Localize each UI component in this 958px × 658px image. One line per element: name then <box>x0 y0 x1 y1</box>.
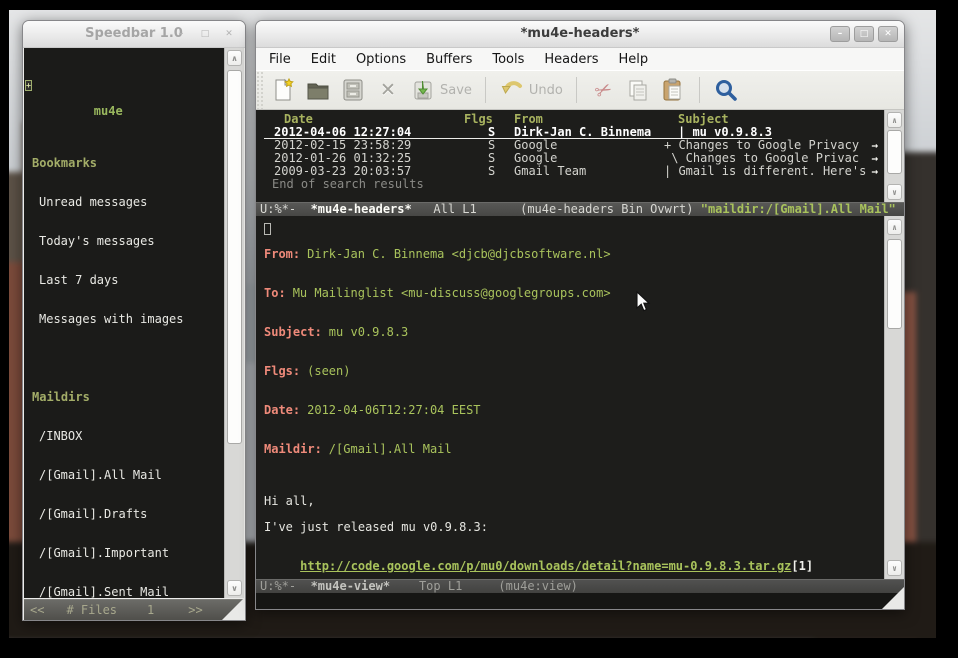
buffer-name: *mu4e-headers* <box>311 203 412 216</box>
search-query: "maildir:/[Gmail].All Mail" <box>701 203 896 216</box>
mu4e-headers-pane: Date Flgs From Subject 2012-04-06 12:27:… <box>256 110 904 202</box>
headers-modeline: U:%*- *mu4e-headers* All L1 (mu4e-header… <box>256 202 904 216</box>
view-modeline: U:%*- *mu4e-view* Top L1 (mu4e:view) <box>256 579 904 593</box>
buffer-name: *mu4e-view* <box>311 580 390 593</box>
new-file-icon[interactable] <box>268 75 298 105</box>
mouse-cursor <box>636 291 651 317</box>
close-button[interactable]: ✕ <box>878 26 898 42</box>
sidebar-item-messages-with-images[interactable]: Messages with images <box>24 313 224 326</box>
field-flags: Flgs:(seen) <box>264 365 882 378</box>
truncation-arrow-icon: → <box>871 152 878 165</box>
sidebar-item-drafts[interactable]: /[Gmail].Drafts <box>24 508 224 521</box>
menu-tools[interactable]: Tools <box>482 50 534 69</box>
speedbar-window: Speedbar 1.0 – □ ✕ + mu4e Bookmarks Unre… <box>22 20 246 621</box>
undo-icon[interactable] <box>497 75 527 105</box>
section-bookmarks: Bookmarks <box>24 157 224 170</box>
sidebar-item-inbox[interactable]: /INBOX <box>24 430 224 443</box>
tool-bar: ✕ Save Undo ✂ <box>256 70 904 110</box>
copy-icon[interactable] <box>623 75 653 105</box>
speedbar-statusbar: << # Files 1 >> <box>24 599 244 620</box>
speedbar-scrollbar[interactable]: ∧ ∨ <box>224 48 244 598</box>
sidebar-item-unread-messages[interactable]: Unread messages <box>24 196 224 209</box>
emacs-window: *mu4e-headers* – □ ✕ File Edit Options B… <box>255 20 905 610</box>
open-file-icon[interactable] <box>303 75 333 105</box>
scroll-up-icon[interactable]: ∧ <box>887 112 902 128</box>
window-title: *mu4e-headers* <box>256 26 904 41</box>
scrollbar-thumb[interactable] <box>887 239 902 329</box>
scroll-down-icon[interactable]: ∨ <box>227 580 242 596</box>
speedbar-files-label: # Files <box>66 600 117 620</box>
delete-icon[interactable]: ✕ <box>373 75 403 105</box>
speedbar-files-count: 1 <box>147 600 154 620</box>
menu-buffers[interactable]: Buffers <box>416 50 482 69</box>
sidebar-root-mu4e[interactable]: + mu4e <box>24 79 224 92</box>
toolbar-separator <box>485 77 486 103</box>
scrollbar-thumb[interactable] <box>887 130 902 174</box>
message-row[interactable]: 2009-03-23 20:03:57 S Gmail Team | Gmail… <box>264 165 882 178</box>
menu-file[interactable]: File <box>259 50 301 69</box>
save-buffer-icon[interactable] <box>408 75 438 105</box>
sidebar-item-sent-mail[interactable]: /[Gmail].Sent Mail <box>24 586 224 598</box>
sidebar-item-all-mail[interactable]: /[Gmail].All Mail <box>24 469 224 482</box>
maximize-button[interactable]: □ <box>854 26 874 42</box>
save-file-icon[interactable] <box>338 75 368 105</box>
truncation-arrow-icon: → <box>871 165 878 178</box>
speedbar-titlebar[interactable]: Speedbar 1.0 – □ ✕ <box>23 21 245 48</box>
end-of-search-text: End of search results <box>264 178 882 191</box>
headers-scrollbar[interactable]: ∧ ∨ <box>884 110 904 202</box>
menu-edit[interactable]: Edit <box>301 50 346 69</box>
close-button[interactable]: ✕ <box>219 26 239 42</box>
field-subject: Subject:mu v0.9.8.3 <box>264 326 882 339</box>
scroll-up-icon[interactable]: ∧ <box>887 219 902 235</box>
menu-help[interactable]: Help <box>609 50 659 69</box>
scrollbar-thumb[interactable] <box>227 70 242 444</box>
search-icon[interactable] <box>711 75 741 105</box>
toolbar-separator <box>699 77 700 103</box>
toolbar-separator <box>576 77 577 103</box>
echo-area[interactable] <box>256 593 904 609</box>
scroll-down-icon[interactable]: ∨ <box>887 184 902 200</box>
scroll-down-icon[interactable]: ∨ <box>887 560 902 576</box>
section-maildirs: Maildirs <box>24 391 224 404</box>
sidebar-item-todays-messages[interactable]: Today's messages <box>24 235 224 248</box>
menu-headers[interactable]: Headers <box>534 50 608 69</box>
speedbar-content: + mu4e Bookmarks Unread messages Today's… <box>24 48 244 598</box>
field-from: From:Dirk-Jan C. Binnema <djcb@djcbsoftw… <box>264 248 882 261</box>
field-to: To:Mu Mailinglist <mu-discuss@googlegrou… <box>264 287 882 300</box>
paste-icon[interactable] <box>658 75 688 105</box>
speedbar-next-button[interactable]: >> <box>188 600 202 620</box>
field-date: Date:2012-04-06T12:27:04 EEST <box>264 404 882 417</box>
expand-icon[interactable]: + <box>25 80 32 91</box>
cut-icon[interactable]: ✂ <box>588 75 618 105</box>
sidebar-item-important[interactable]: /[Gmail].Important <box>24 547 224 560</box>
sidebar-item-last-7-days[interactable]: Last 7 days <box>24 274 224 287</box>
truncation-arrow-icon: → <box>871 139 878 152</box>
mu4e-view-pane: From:Dirk-Jan C. Binnema <djcb@djcbsoftw… <box>256 216 904 579</box>
minimize-button[interactable]: – <box>171 26 191 42</box>
link-line: http://code.google.com/p/mu0/downloads/d… <box>264 560 882 573</box>
message-body-top: Hi all, I've just released mu v0.9.8.3: <box>264 482 882 534</box>
download-link[interactable]: http://code.google.com/p/mu0/downloads/d… <box>300 559 791 573</box>
minimize-button[interactable]: – <box>830 26 850 42</box>
view-scrollbar[interactable]: ∧ ∨ <box>884 216 904 579</box>
scroll-up-icon[interactable]: ∧ <box>227 50 242 66</box>
resize-grip[interactable] <box>222 598 244 620</box>
speedbar-prev-button[interactable]: << <box>30 600 44 620</box>
menu-bar: File Edit Options Buffers Tools Headers … <box>256 48 904 70</box>
menu-options[interactable]: Options <box>346 50 416 69</box>
save-label: Save <box>440 83 472 98</box>
field-maildir: Maildir:/[Gmail].All Mail <box>264 443 882 456</box>
window-titlebar[interactable]: *mu4e-headers* – □ ✕ <box>256 21 904 48</box>
resize-grip[interactable] <box>882 587 904 609</box>
link-footnote: [1] <box>791 559 813 573</box>
undo-label: Undo <box>529 83 563 98</box>
maximize-button[interactable]: □ <box>195 26 215 42</box>
